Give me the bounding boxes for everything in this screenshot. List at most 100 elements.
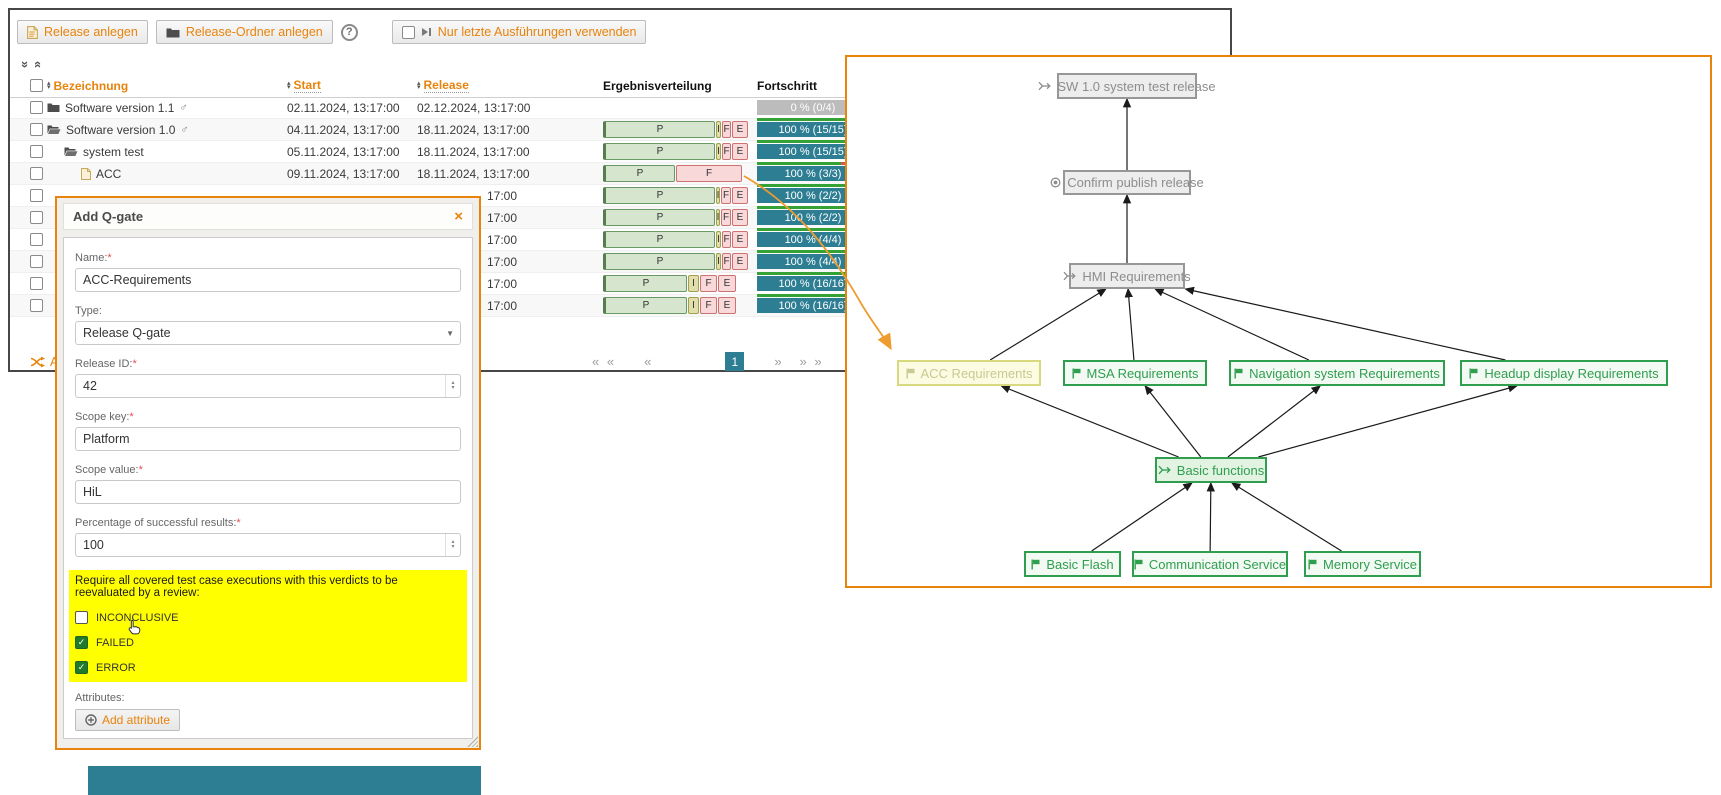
sort-icon: ▴▾ bbox=[287, 82, 291, 90]
diagram-node-msa[interactable]: MSA Requirements bbox=[1063, 360, 1207, 386]
pagination-prev[interactable]: « bbox=[644, 354, 651, 369]
edge-headup-to-hmi bbox=[1186, 289, 1506, 360]
inconclusive-checkbox[interactable] bbox=[75, 611, 88, 624]
qgate-icon bbox=[1038, 81, 1051, 91]
only-last-executions-checkbox[interactable] bbox=[402, 26, 415, 39]
pagination-first[interactable]: « « bbox=[592, 354, 616, 369]
result-distribution-bar: PIFE bbox=[603, 297, 757, 314]
row-start-date: 04.11.2024, 13:17:00 bbox=[287, 123, 417, 137]
segment-pass: P bbox=[603, 275, 687, 292]
error-label: ERROR bbox=[96, 662, 136, 674]
number-stepper[interactable]: ▴▾ bbox=[445, 375, 460, 397]
percentage-field[interactable] bbox=[75, 533, 461, 557]
row-release-date: 02.12.2024, 13:17:00 bbox=[417, 101, 603, 115]
edge-bflash-to-basicfn bbox=[1092, 483, 1192, 551]
row-name-cell[interactable]: system test bbox=[47, 145, 287, 159]
node-label: Communication Service bbox=[1149, 557, 1286, 572]
result-distribution-bar: PIFE bbox=[603, 275, 757, 292]
row-checkbox[interactable] bbox=[30, 123, 43, 136]
attributes-label: Attributes: bbox=[75, 692, 461, 704]
result-distribution-bar: PF bbox=[603, 165, 757, 182]
diagram-node-headup[interactable]: Headup display Requirements bbox=[1460, 360, 1668, 386]
column-header-start[interactable]: ▴▾ Start bbox=[287, 78, 417, 93]
row-checkbox[interactable] bbox=[30, 299, 43, 312]
type-select[interactable]: Release Q-gate bbox=[75, 321, 461, 345]
row-name-cell[interactable]: Software version 1.1♂ bbox=[47, 101, 287, 115]
pagination-current-page[interactable]: 1 bbox=[725, 352, 744, 371]
flag-icon bbox=[1134, 559, 1143, 570]
create-release-button[interactable]: Release anlegen bbox=[17, 20, 148, 44]
create-release-folder-button[interactable]: Release-Ordner anlegen bbox=[156, 20, 333, 44]
segment-failed: F bbox=[700, 275, 717, 292]
segment-pass: P bbox=[603, 165, 675, 182]
row-checkbox[interactable] bbox=[30, 189, 43, 202]
diagram-node-sw10[interactable]: SW 1.0 system test release bbox=[1057, 73, 1197, 99]
node-label: ACC Requirements bbox=[921, 366, 1033, 381]
collapse-all-icon[interactable]: » bbox=[20, 61, 31, 68]
segment-failed: F bbox=[721, 187, 731, 204]
footer-strip bbox=[88, 766, 481, 795]
name-label: Name:* bbox=[75, 252, 461, 264]
add-attribute-button[interactable]: Add attribute bbox=[75, 709, 180, 731]
row-checkbox[interactable] bbox=[30, 167, 43, 180]
row-checkbox[interactable] bbox=[30, 211, 43, 224]
segment-error: E bbox=[732, 209, 748, 226]
diagram-node-nav[interactable]: Navigation system Requirements bbox=[1229, 360, 1445, 386]
row-name-cell[interactable]: Software version 1.0♂ bbox=[47, 123, 287, 137]
edge-acc-to-hmi bbox=[990, 289, 1106, 360]
scope-key-field[interactable] bbox=[75, 427, 461, 451]
node-label: SW 1.0 system test release bbox=[1057, 79, 1215, 94]
segment-failed: F bbox=[676, 165, 742, 182]
row-checkbox[interactable] bbox=[30, 145, 43, 158]
segment-error: E bbox=[718, 275, 736, 292]
node-label: HMI Requirements bbox=[1082, 269, 1190, 284]
close-icon[interactable]: × bbox=[454, 208, 463, 225]
segment-inconclusive: I bbox=[716, 209, 720, 226]
expand-all-icon[interactable]: « bbox=[33, 61, 44, 68]
number-stepper[interactable]: ▴▾ bbox=[445, 534, 460, 556]
pagination-last[interactable]: » » bbox=[800, 354, 824, 369]
row-checkbox[interactable] bbox=[30, 277, 43, 290]
flag-icon bbox=[906, 368, 915, 379]
segment-pass: P bbox=[603, 209, 715, 226]
qgate-icon bbox=[1158, 465, 1171, 475]
select-all-checkbox[interactable] bbox=[30, 79, 43, 92]
help-icon[interactable]: ? bbox=[341, 24, 358, 41]
folder-open-icon bbox=[64, 146, 78, 157]
failed-checkbox[interactable]: ✓ bbox=[75, 636, 88, 649]
diagram-node-memory[interactable]: Memory Service bbox=[1304, 551, 1421, 577]
only-last-executions-toggle[interactable]: Nur letzte Ausführungen verwenden bbox=[392, 20, 647, 44]
segment-inconclusive: I bbox=[716, 253, 721, 270]
row-start-date: 02.11.2024, 13:17:00 bbox=[287, 101, 417, 115]
shuffle-icon bbox=[30, 356, 45, 368]
diagram-node-acc[interactable]: ACC Requirements bbox=[897, 360, 1041, 386]
dialog-title-bar[interactable]: Add Q-gate × bbox=[63, 203, 473, 230]
row-name-cell[interactable]: ACC bbox=[47, 167, 287, 181]
column-header-release[interactable]: ▴▾ Release bbox=[417, 78, 603, 93]
row-start-date: 09.11.2024, 13:17:00 bbox=[287, 167, 417, 181]
node-label: Navigation system Requirements bbox=[1249, 366, 1440, 381]
diagram-node-comm[interactable]: Communication Service bbox=[1132, 551, 1288, 577]
row-checkbox[interactable] bbox=[30, 233, 43, 246]
pagination: « « « 1 » » » bbox=[592, 352, 824, 371]
segment-failed: F bbox=[722, 143, 731, 160]
result-distribution-bar: PIFE bbox=[603, 209, 757, 226]
name-field[interactable] bbox=[75, 268, 461, 292]
plus-circle-icon bbox=[85, 714, 97, 726]
diagram-node-hmi[interactable]: HMI Requirements bbox=[1069, 263, 1185, 289]
column-header-name[interactable]: ▴▾ Bezeichnung bbox=[47, 79, 287, 93]
diagram-node-basicfn[interactable]: Basic functions bbox=[1155, 457, 1267, 483]
scope-value-field[interactable] bbox=[75, 480, 461, 504]
row-release-date: 18.11.2024, 13:17:00 bbox=[417, 123, 603, 137]
diagram-node-bflash[interactable]: Basic Flash bbox=[1024, 551, 1121, 577]
error-checkbox[interactable]: ✓ bbox=[75, 661, 88, 674]
row-checkbox[interactable] bbox=[30, 101, 43, 114]
release-id-field[interactable] bbox=[75, 374, 461, 398]
row-checkbox[interactable] bbox=[30, 255, 43, 268]
dialog-title: Add Q-gate bbox=[73, 209, 143, 224]
diagram-node-confirm[interactable]: Confirm publish release bbox=[1063, 170, 1191, 195]
node-label: Memory Service bbox=[1323, 557, 1417, 572]
flag-icon bbox=[1072, 368, 1081, 379]
segment-failed: F bbox=[722, 231, 731, 248]
pagination-next[interactable]: » bbox=[774, 354, 781, 369]
